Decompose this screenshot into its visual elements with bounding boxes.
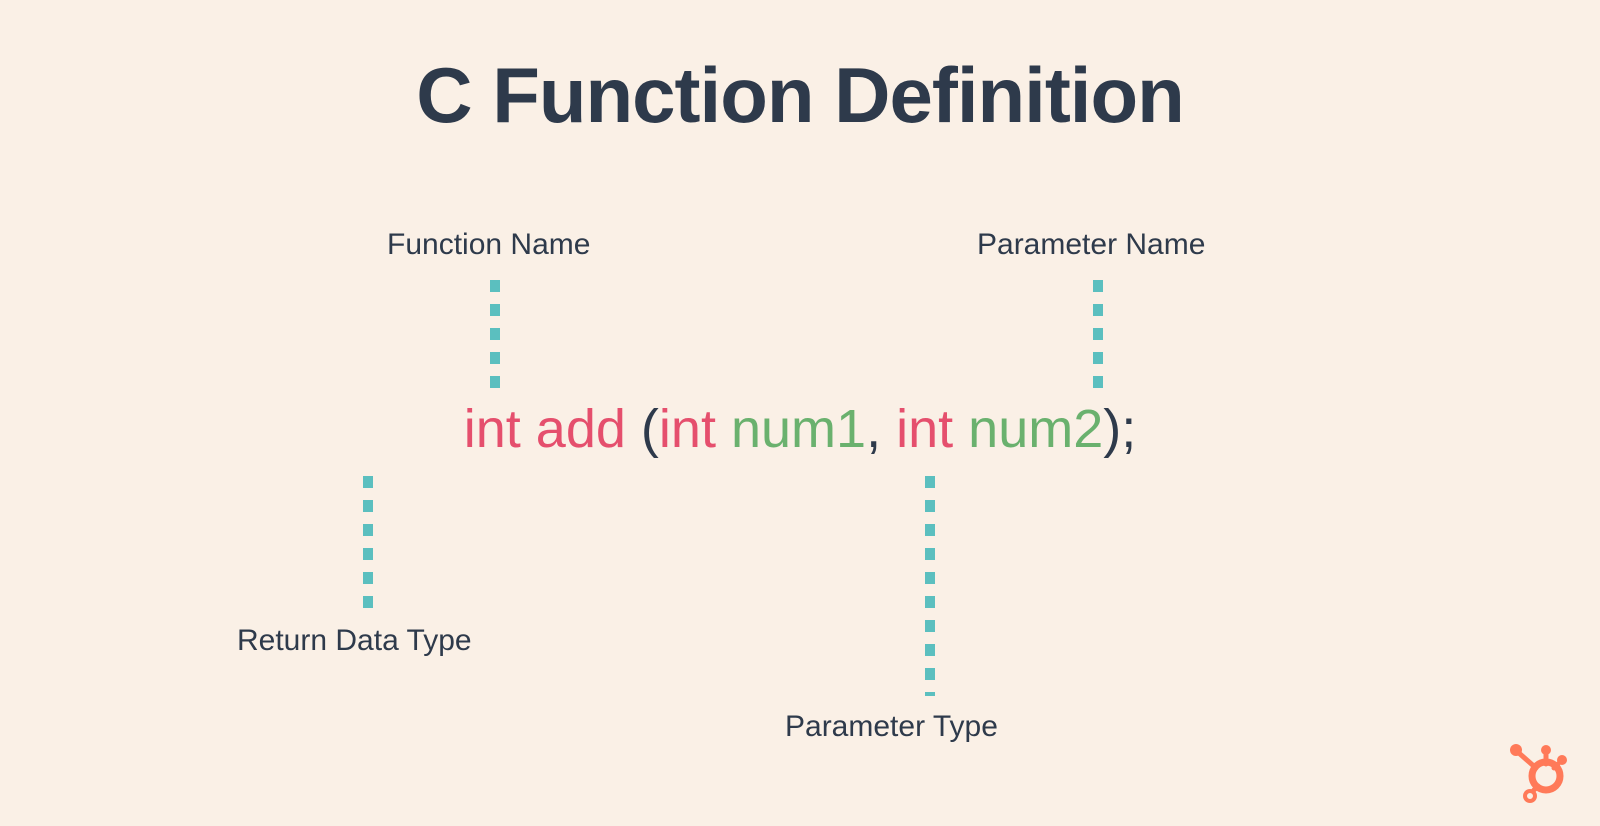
param2-type: int [896,399,953,459]
hubspot-logo-icon [1504,740,1568,804]
connector-parameter-name [1093,280,1103,400]
label-parameter-type: Parameter Type [785,710,998,744]
param1-type: int [659,399,716,459]
close-paren-semicolon: ); [1103,399,1136,459]
connector-parameter-type [925,476,935,696]
function-name-token: add [536,399,626,459]
label-parameter-name: Parameter Name [977,228,1205,262]
return-keyword: int [464,399,521,459]
param2-name: num2 [968,399,1103,459]
open-paren: ( [641,399,659,459]
code-signature: int add (int num1, int num2); [464,398,1137,460]
label-return-type: Return Data Type [237,624,472,658]
connector-return-type [363,476,373,611]
label-function-name: Function Name [387,228,590,262]
comma: , [866,399,881,459]
connector-function-name [490,280,500,400]
param1-name: num1 [731,399,866,459]
diagram-title: C Function Definition [416,50,1184,141]
